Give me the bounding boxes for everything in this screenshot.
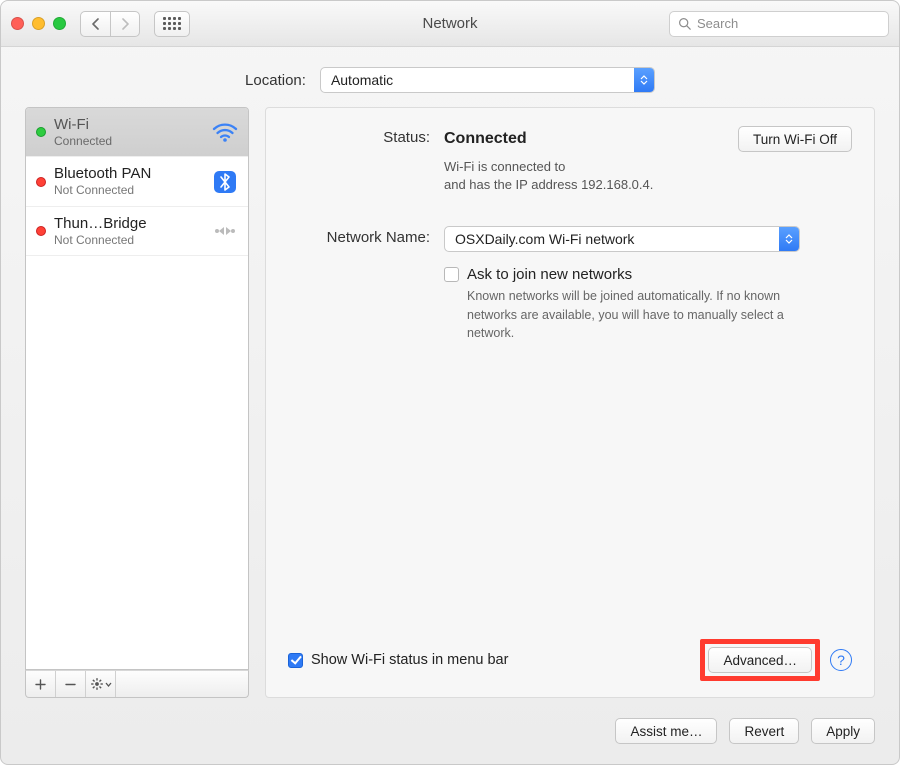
ask-join-row: Ask to join new networks Known networks …: [288, 266, 852, 341]
status-value: Connected: [444, 130, 527, 148]
checkbox-icon: [288, 653, 303, 668]
wifi-icon: [212, 119, 238, 145]
connection-status: Connected: [54, 134, 204, 148]
bluetooth-icon: [212, 169, 238, 195]
connection-item-thunderbolt[interactable]: Thun…Bridge Not Connected: [26, 207, 248, 256]
back-button[interactable]: [80, 11, 110, 37]
apply-button[interactable]: Apply: [811, 718, 875, 744]
minimize-icon[interactable]: [32, 17, 45, 30]
plus-icon: [35, 679, 46, 690]
status-description: Wi-Fi is connected to and has the IP add…: [444, 158, 804, 194]
advanced-button[interactable]: Advanced…: [708, 647, 812, 673]
toggle-wifi-button[interactable]: Turn Wi-Fi Off: [738, 126, 852, 152]
footer: Assist me… Revert Apply: [25, 712, 875, 744]
location-select[interactable]: Automatic: [320, 67, 655, 93]
network-name-select[interactable]: OSXDaily.com Wi-Fi network: [444, 226, 800, 252]
thunderbolt-bridge-icon: [212, 218, 238, 244]
actions-menu-button[interactable]: [86, 671, 116, 697]
nav-buttons: [80, 11, 190, 37]
status-dot-icon: [36, 226, 46, 236]
connection-name: Bluetooth PAN: [54, 165, 204, 183]
sidebar-toolbar: [25, 670, 249, 698]
chevron-updown-icon: [634, 68, 654, 92]
ask-join-description: Known networks will be joined automatica…: [467, 287, 797, 341]
forward-button[interactable]: [110, 11, 140, 37]
ask-join-checkbox[interactable]: Ask to join new networks: [444, 266, 852, 283]
chevron-down-icon: [105, 682, 112, 687]
main: Wi-Fi Connected Bluetooth PAN Not Connec…: [25, 107, 875, 698]
minus-icon: [65, 679, 76, 690]
connection-item-wifi[interactable]: Wi-Fi Connected: [26, 108, 248, 157]
remove-connection-button[interactable]: [56, 671, 86, 697]
show-status-checkbox[interactable]: Show Wi-Fi status in menu bar: [288, 652, 508, 668]
status-dot-icon: [36, 177, 46, 187]
connection-list: Wi-Fi Connected Bluetooth PAN Not Connec…: [25, 107, 249, 670]
status-label: Status:: [288, 126, 444, 146]
add-connection-button[interactable]: [26, 671, 56, 697]
connection-status: Not Connected: [54, 183, 204, 197]
content: Location: Automatic Wi-Fi Connected: [1, 47, 899, 764]
chevron-updown-icon: [779, 227, 799, 251]
location-label: Location:: [245, 72, 306, 89]
gear-icon: [90, 677, 104, 691]
show-status-label: Show Wi-Fi status in menu bar: [311, 652, 508, 668]
network-name-value: OSXDaily.com Wi-Fi network: [455, 231, 634, 247]
zoom-icon[interactable]: [53, 17, 66, 30]
sidebar: Wi-Fi Connected Bluetooth PAN Not Connec…: [25, 107, 249, 698]
location-row: Location: Automatic: [25, 67, 875, 93]
grid-icon: [163, 17, 181, 30]
advanced-highlight: Advanced…: [700, 639, 820, 681]
pane-bottom: Show Wi-Fi status in menu bar Advanced… …: [288, 639, 852, 681]
search-input[interactable]: Search: [669, 11, 889, 37]
search-icon: [678, 17, 691, 30]
network-name-label: Network Name:: [288, 226, 444, 246]
checkbox-icon: [444, 267, 459, 282]
titlebar: Network Search: [1, 1, 899, 47]
connection-name: Thun…Bridge: [54, 215, 204, 233]
connection-item-bluetooth[interactable]: Bluetooth PAN Not Connected: [26, 157, 248, 206]
assist-me-button[interactable]: Assist me…: [615, 718, 717, 744]
network-name-row: Network Name: OSXDaily.com Wi-Fi network: [288, 226, 852, 252]
help-icon: ?: [837, 652, 845, 668]
location-value: Automatic: [331, 72, 393, 88]
status-dot-icon: [36, 127, 46, 137]
show-all-button[interactable]: [154, 11, 190, 37]
connection-status: Not Connected: [54, 233, 204, 247]
window-controls: [11, 17, 66, 30]
ask-join-label: Ask to join new networks: [467, 266, 632, 283]
help-button[interactable]: ?: [830, 649, 852, 671]
network-preference-window: Network Search Location: Automatic Wi-Fi…: [0, 0, 900, 765]
close-icon[interactable]: [11, 17, 24, 30]
search-placeholder: Search: [697, 16, 738, 31]
connection-name: Wi-Fi: [54, 116, 204, 134]
status-row: Status: Connected Turn Wi-Fi Off Wi-Fi i…: [288, 126, 852, 194]
detail-pane: Status: Connected Turn Wi-Fi Off Wi-Fi i…: [265, 107, 875, 698]
revert-button[interactable]: Revert: [729, 718, 799, 744]
